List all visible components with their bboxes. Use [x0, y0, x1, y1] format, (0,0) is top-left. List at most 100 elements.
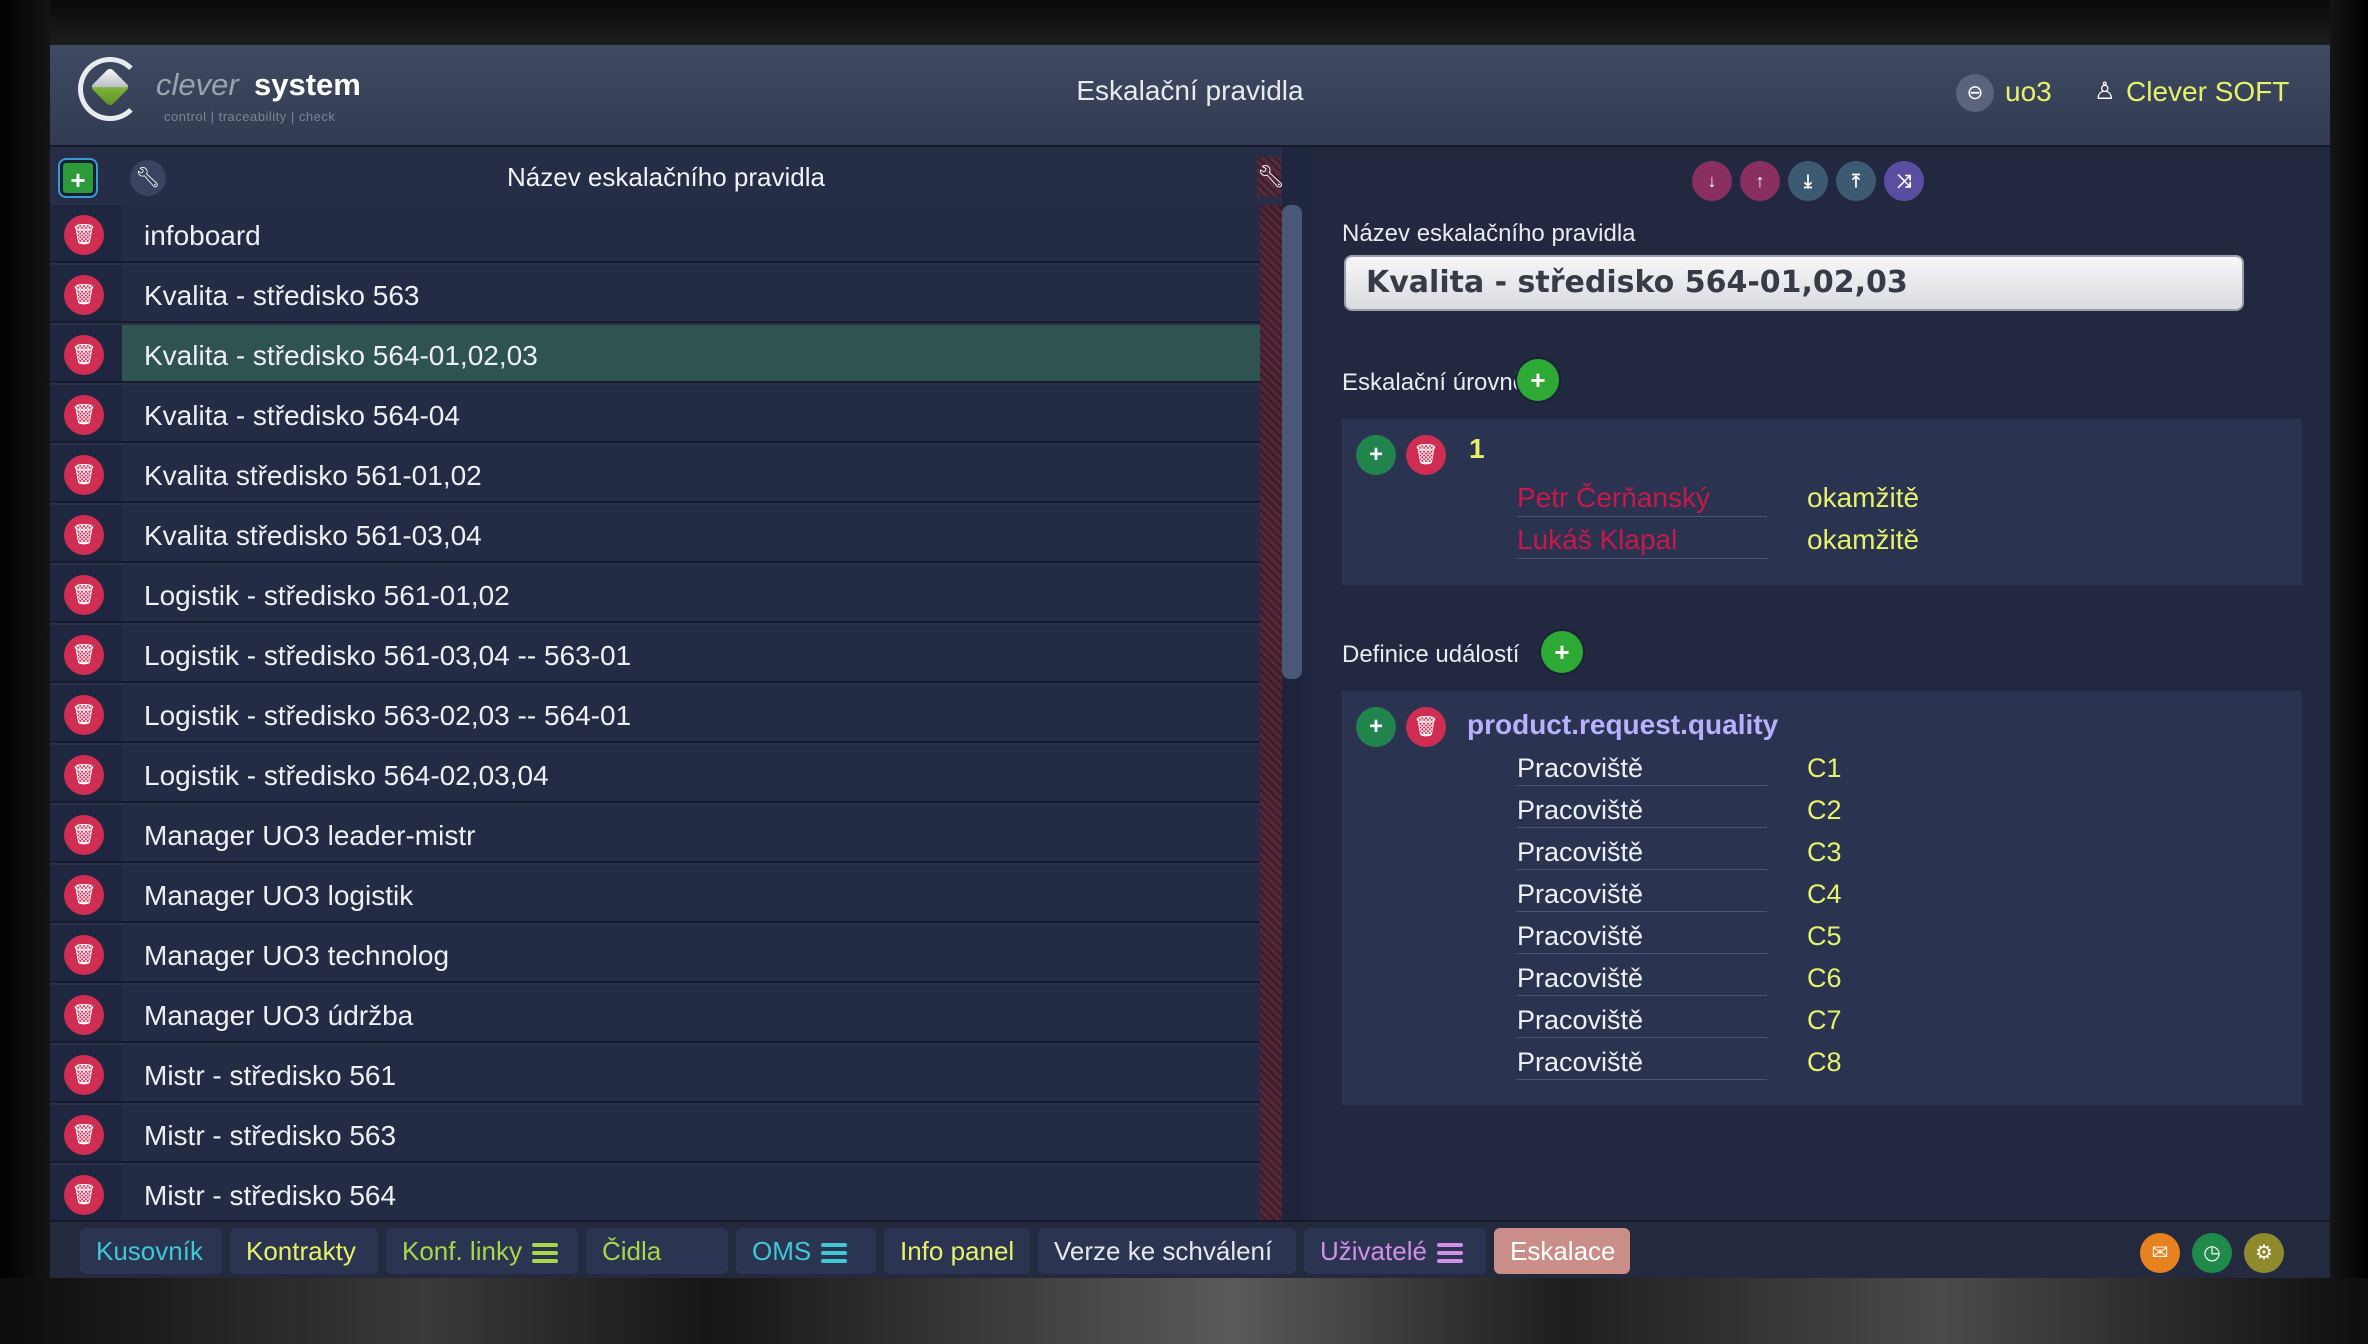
rule-list-row[interactable]: 🗑︎ Manager UO3 údržba — [50, 985, 1282, 1043]
tab-u-ivatel-[interactable]: Uživatelé — [1304, 1228, 1486, 1274]
rule-list-row[interactable]: 🗑︎ Kvalita - středisko 564-04 — [50, 385, 1282, 443]
delete-rule-button[interactable]: 🗑︎ — [64, 215, 104, 255]
tab-verze-ke-schv-len-[interactable]: Verze ke schválení — [1038, 1228, 1296, 1274]
tab-label: Kusovník — [96, 1236, 203, 1266]
resize-handle[interactable] — [1260, 205, 1282, 1220]
rule-name: Kvalita - středisko 563 — [144, 280, 420, 311]
event-param-key[interactable]: Pracoviště — [1517, 921, 1767, 954]
rule-list-row[interactable]: 🗑︎ Logistik - středisko 563-02,03 -- 564-… — [50, 685, 1282, 743]
tab-oms[interactable]: OMS — [736, 1228, 876, 1274]
event-param-value[interactable]: C7 — [1807, 1005, 1842, 1036]
level-person-time[interactable]: okamžitě — [1807, 524, 1919, 556]
rule-list-row[interactable]: 🗑︎ Logistik - středisko 561-03,04 -- 563-… — [50, 625, 1282, 683]
delete-rule-button[interactable]: 🗑︎ — [64, 515, 104, 555]
clock-icon: ◷ — [2203, 1242, 2221, 1264]
tab-eskalace[interactable]: Eskalace — [1494, 1228, 1630, 1274]
event-param-key[interactable]: Pracoviště — [1517, 753, 1767, 786]
rule-list-row[interactable]: 🗑︎ Mistr - středisko 564 — [50, 1165, 1282, 1220]
event-param-key[interactable]: Pracoviště — [1517, 1047, 1767, 1080]
company-name[interactable]: Clever SOFT — [2126, 76, 2289, 108]
rule-list-row[interactable]: 🗑︎ Logistik - středisko 564-02,03,04 — [50, 745, 1282, 803]
delete-rule-button[interactable]: 🗑︎ — [64, 455, 104, 495]
event-param-value[interactable]: C1 — [1807, 753, 1842, 784]
column-settings-wrench-icon[interactable]: 🔧︎ — [1257, 157, 1285, 197]
rule-list-row[interactable]: 🗑︎ Kvalita středisko 561-01,02 — [50, 445, 1282, 503]
delete-rule-button[interactable]: 🗑︎ — [64, 995, 104, 1035]
event-param-key[interactable]: Pracoviště — [1517, 879, 1767, 912]
level-person[interactable]: Petr Čerňanský — [1517, 482, 1767, 517]
event-param-key[interactable]: Pracoviště — [1517, 837, 1767, 870]
move-bottom-button[interactable]: ⤓ — [1788, 161, 1828, 201]
delete-rule-button[interactable]: 🗑︎ — [64, 815, 104, 855]
add-param-button[interactable]: + — [1356, 707, 1396, 747]
delete-rule-button[interactable]: 🗑︎ — [64, 1115, 104, 1155]
rule-list-row[interactable]: 🗑︎ Logistik - středisko 561-01,02 — [50, 565, 1282, 623]
rule-name: Mistr - středisko 563 — [144, 1120, 397, 1151]
rule-name: Logistik - středisko 561-01,02 — [144, 580, 510, 611]
event-param-value[interactable]: C4 — [1807, 879, 1842, 910]
event-param-key[interactable]: Pracoviště — [1517, 963, 1767, 996]
delete-rule-button[interactable]: 🗑︎ — [64, 335, 104, 375]
event-param-value[interactable]: C6 — [1807, 963, 1842, 994]
logo-tagline: control | traceability | check — [164, 109, 336, 124]
shuffle-button[interactable]: ⤨ — [1884, 161, 1924, 201]
event-param-value[interactable]: C2 — [1807, 795, 1842, 826]
event-param-value[interactable]: C5 — [1807, 921, 1842, 952]
trash-icon: 🗑︎ — [71, 284, 97, 306]
rule-list-row[interactable]: 🗑︎ Manager UO3 leader-mistr — [50, 805, 1282, 863]
clock-status-button[interactable]: ◷ — [2192, 1233, 2232, 1273]
event-param-value[interactable]: C3 — [1807, 837, 1842, 868]
rule-list-row[interactable]: 🗑︎ Manager UO3 logistik — [50, 865, 1282, 923]
move-top-button[interactable]: ⤒ — [1836, 161, 1876, 201]
rule-name-input[interactable]: Kvalita - středisko 564-01,02,03 — [1344, 255, 2244, 311]
tab-kontrakty[interactable]: Kontrakty — [230, 1228, 378, 1274]
rule-list-row[interactable]: 🗑︎ Kvalita - středisko 563 — [50, 265, 1282, 323]
trash-icon: 🗑︎ — [71, 524, 97, 546]
event-name[interactable]: product.request.quality — [1467, 709, 1778, 741]
delete-rule-button[interactable]: 🗑︎ — [64, 755, 104, 795]
scrollbar-thumb[interactable] — [1282, 205, 1302, 679]
delete-rule-button[interactable]: 🗑︎ — [64, 275, 104, 315]
event-param-value[interactable]: C8 — [1807, 1047, 1842, 1078]
user-code[interactable]: uo3 — [2005, 76, 2052, 108]
rule-list-row[interactable]: 🗑︎ Kvalita - středisko 564-01,02,03 — [50, 325, 1282, 383]
delete-rule-button[interactable]: 🗑︎ — [64, 1175, 104, 1215]
tab-kusovn-k[interactable]: Kusovník — [80, 1228, 222, 1274]
trash-icon: 🗑︎ — [71, 1004, 97, 1026]
move-down-button[interactable]: ↓ — [1692, 161, 1732, 201]
move-up-button[interactable]: ↑ — [1740, 161, 1780, 201]
event-param-key[interactable]: Pracoviště — [1517, 1005, 1767, 1038]
level-person-time[interactable]: okamžitě — [1807, 482, 1919, 514]
delete-level-button[interactable]: 🗑︎ — [1406, 435, 1446, 475]
rule-name: Manager UO3 údržba — [144, 1000, 414, 1031]
tab--idla[interactable]: Čidla — [586, 1228, 728, 1274]
rule-list-row[interactable]: 🗑︎ Manager UO3 technolog — [50, 925, 1282, 983]
trash-icon: 🗑︎ — [71, 764, 97, 786]
add-person-button[interactable]: + — [1356, 435, 1396, 475]
tab-konf-linky[interactable]: Konf. linky — [386, 1228, 578, 1274]
trash-icon: 🗑︎ — [71, 704, 97, 726]
rule-list-row[interactable]: 🗑︎ infoboard — [50, 205, 1282, 263]
chat-status-button[interactable]: ✉ — [2140, 1233, 2180, 1273]
delete-rule-button[interactable]: 🗑︎ — [64, 575, 104, 615]
delete-rule-button[interactable]: 🗑︎ — [64, 395, 104, 435]
delete-rule-button[interactable]: 🗑︎ — [64, 635, 104, 675]
tab-info-panel[interactable]: Info panel — [884, 1228, 1030, 1274]
event-param-key[interactable]: Pracoviště — [1517, 795, 1767, 828]
delete-rule-button[interactable]: 🗑︎ — [64, 1055, 104, 1095]
level-person[interactable]: Lukáš Klapal — [1517, 524, 1767, 559]
settings-status-button[interactable]: ⚙ — [2244, 1233, 2284, 1273]
rule-name: Logistik - středisko 563-02,03 -- 564-01 — [144, 700, 632, 731]
add-event-button[interactable]: + — [1541, 631, 1583, 673]
delete-rule-button[interactable]: 🗑︎ — [64, 935, 104, 975]
rule-list-row[interactable]: 🗑︎ Mistr - středisko 563 — [50, 1105, 1282, 1163]
delete-event-button[interactable]: 🗑︎ — [1406, 707, 1446, 747]
delete-rule-button[interactable]: 🗑︎ — [64, 875, 104, 915]
menu-icon — [821, 1239, 848, 1267]
rule-list-row[interactable]: 🗑︎ Mistr - středisko 561 — [50, 1045, 1282, 1103]
rule-list-row[interactable]: 🗑︎ Kvalita středisko 561-03,04 — [50, 505, 1282, 563]
delete-rule-button[interactable]: 🗑︎ — [64, 695, 104, 735]
add-level-button[interactable]: + — [1517, 359, 1559, 401]
user-menu-button[interactable]: ⊖ — [1956, 74, 1994, 112]
trash-icon: 🗑︎ — [71, 1184, 97, 1206]
